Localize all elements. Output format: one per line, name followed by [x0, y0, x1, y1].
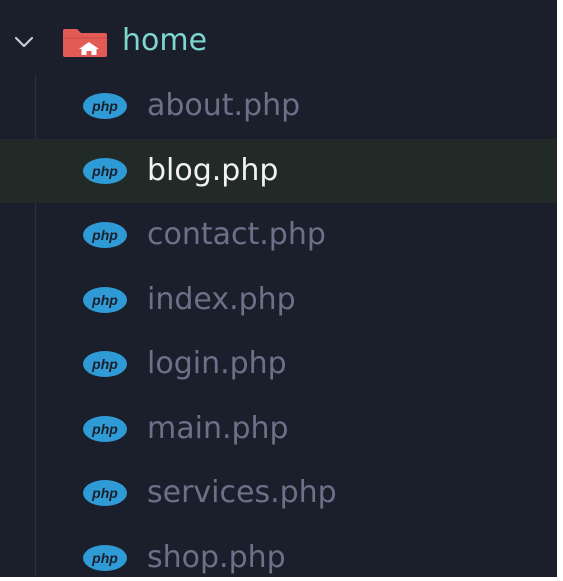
php-icon: php [83, 93, 127, 119]
file-item-login[interactable]: php login.php [0, 332, 557, 397]
file-name: contact.php [147, 217, 326, 252]
file-item-about[interactable]: php about.php [0, 74, 557, 139]
file-item-contact[interactable]: php contact.php [0, 203, 557, 268]
svg-text:php: php [91, 98, 118, 114]
php-icon: php [83, 286, 127, 313]
file-list: php about.php php blog.php php contact.p… [0, 74, 557, 577]
php-icon: php [83, 544, 127, 571]
svg-text:php: php [91, 421, 118, 437]
svg-text:php: php [91, 550, 118, 566]
svg-text:php: php [91, 163, 118, 179]
file-name: main.php [147, 410, 289, 446]
svg-text:php: php [91, 356, 118, 372]
file-name: about.php [147, 88, 301, 123]
php-icon: php [83, 351, 127, 377]
php-icon: php [83, 157, 127, 184]
file-name: blog.php [147, 152, 279, 188]
file-name: login.php [147, 346, 287, 381]
folder-label: home [122, 23, 208, 58]
php-icon: php [83, 222, 127, 248]
php-icon: php [83, 415, 127, 442]
svg-text:php: php [91, 227, 118, 243]
file-name: services.php [147, 475, 337, 510]
php-icon: php [83, 480, 127, 506]
file-name: shop.php [147, 539, 286, 575]
file-item-main[interactable]: php main.php [0, 397, 557, 462]
file-item-index[interactable]: php index.php [0, 268, 557, 333]
chevron-down-icon[interactable] [12, 30, 36, 54]
file-item-services[interactable]: php services.php [0, 461, 557, 526]
file-name: index.php [147, 281, 296, 317]
folder-row-home[interactable]: home [0, 10, 557, 74]
file-item-shop[interactable]: php shop.php [0, 526, 557, 578]
folder-home-icon [63, 29, 107, 57]
file-item-blog[interactable]: php blog.php [0, 138, 557, 203]
svg-text:php: php [91, 292, 118, 308]
svg-text:php: php [91, 485, 118, 501]
file-explorer-panel: home php about.php php blog.php php cont… [0, 0, 557, 577]
